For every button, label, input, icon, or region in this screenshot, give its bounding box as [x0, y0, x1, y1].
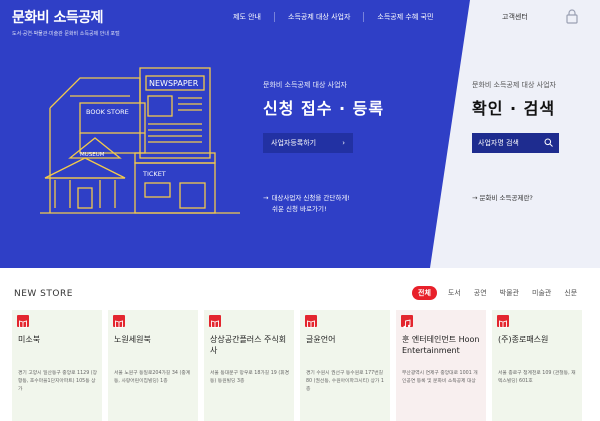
business-register-button[interactable]: 사업자등록하기 › — [263, 133, 353, 153]
search-subtitle: 문화비 소득공제 대상 사업자 — [472, 81, 556, 89]
register-title: 신청 접수 · 등록 — [263, 99, 385, 118]
register-panel: 문화비 소득공제 대상 사업자 신청 접수 · 등록 사업자등록하기 › — [263, 80, 384, 153]
nav-item-beneficiary[interactable]: 소득공제 수혜 국민 — [364, 12, 446, 22]
book-icon — [497, 315, 509, 329]
main-nav: 제도 안내 소득공제 대상 사업자 소득공제 수혜 국민 — [220, 12, 446, 22]
filter-museum[interactable]: 박물관 — [500, 288, 519, 298]
what-is-deduction-label: 문화비 소득공제란? — [479, 194, 533, 202]
category-filters: 전체 도서 공연 박물관 미술관 신문 — [412, 286, 590, 300]
store-address: 경기 수원시 권선구 동수원로 177번길 80 (권선동, 수원아이파크시티)… — [306, 371, 384, 392]
new-store-title: NEW STORE — [14, 289, 73, 299]
book-icon — [17, 315, 29, 329]
ticket-sign: TICKET — [142, 170, 166, 178]
search-title: 확인 · 검색 — [472, 99, 556, 118]
store-name: 상상공간플러스 주식회사 — [210, 335, 287, 355]
easy-apply-line2: 쉬운 신청 바로가기! — [272, 205, 327, 213]
store-name: 노원세원북 — [114, 335, 151, 344]
store-card[interactable]: 상상공간플러스 주식회사 서울 동대문구 망우로 18가길 19 (휘경동) 동… — [204, 310, 294, 421]
logo-subtitle: 도서·공연·박물관·미술관 문화비 소득공제 안내 포털 — [12, 31, 120, 37]
store-address: 부산광역시 연제구 중앙대로 1001 개인공연 등록 및 문화비 소득공제 대… — [402, 371, 478, 384]
store-address: 경기 고양시 일산동구 중앙로 1129 (장항동, 호수마을1단지아파트) 1… — [18, 371, 98, 392]
newspaper-sign: NEWSPAPER — [149, 79, 199, 88]
book-icon — [113, 315, 125, 329]
site-logo[interactable]: 문화비 소득공제 도서·공연·박물관·미술관 문화비 소득공제 안내 포털 — [12, 7, 120, 37]
cultural-buildings-illustration: NEWSPAPER BOOK STORE MUSEUM TICKET — [40, 48, 240, 232]
easy-apply-link[interactable]: → 대상사업자 신청을 간단하게! 쉬운 신청 바로가기! — [263, 193, 350, 215]
store-name: 미소북 — [18, 335, 41, 344]
store-card[interactable]: 노원세원북 서울 노원구 동일로204가길 34 (중계동, 사랑어린이집빌딩)… — [108, 310, 198, 421]
business-search-input[interactable]: 사업자명 검색 — [472, 133, 559, 153]
filter-books[interactable]: 도서 — [448, 288, 461, 298]
store-card[interactable]: 미소북 경기 고양시 일산동구 중앙로 1129 (장항동, 호수마을1단지아파… — [12, 310, 102, 421]
logo-title: 문화비 소득공제 — [12, 10, 104, 26]
business-search-placeholder: 사업자명 검색 — [478, 139, 519, 147]
nav-item-target-business[interactable]: 소득공제 대상 사업자 — [275, 12, 365, 22]
filter-performance[interactable]: 공연 — [474, 288, 487, 298]
store-name: (주)종로패스원 — [498, 335, 549, 344]
museum-sign: MUSEUM — [80, 152, 105, 158]
store-card[interactable]: (주)종로패스원 서울 종로구 청계천로 109 (관철동, 재텍스빌딩) 60… — [492, 310, 582, 421]
nav-item-system-guide[interactable]: 제도 안내 — [220, 12, 275, 22]
business-register-label: 사업자등록하기 — [271, 139, 317, 147]
store-name: 훈 엔터테인먼트 Hoon Entertainment — [402, 335, 480, 355]
arrow-right-icon: → — [472, 194, 480, 202]
book-store-sign: BOOK STORE — [86, 108, 129, 116]
filter-all[interactable]: 전체 — [412, 286, 437, 300]
store-address: 서울 동대문구 망우로 18가길 19 (휘경동) 동원빌딩 3층 — [210, 371, 290, 384]
store-name: 글윤언어 — [306, 335, 336, 344]
music-icon — [401, 315, 413, 329]
customer-center-link[interactable]: 고객센터 — [502, 12, 528, 22]
lock-icon[interactable] — [566, 9, 578, 28]
filter-newspaper[interactable]: 신문 — [564, 288, 577, 298]
book-icon — [305, 315, 317, 329]
search-icon[interactable] — [544, 138, 553, 149]
hero-section: 문화비 소득공제 도서·공연·박물관·미술관 문화비 소득공제 안내 포털 제도… — [0, 0, 600, 268]
search-panel: 문화비 소득공제 대상 사업자 확인 · 검색 사업자명 검색 — [472, 80, 559, 153]
chevron-right-icon: › — [342, 139, 345, 147]
filter-art-gallery[interactable]: 미술관 — [532, 288, 551, 298]
what-is-deduction-link[interactable]: → 문화비 소득공제란? — [472, 192, 533, 202]
store-card[interactable]: 훈 엔터테인먼트 Hoon Entertainment 부산광역시 연제구 중앙… — [396, 310, 486, 421]
store-card-list: 미소북 경기 고양시 일산동구 중앙로 1129 (장항동, 호수마을1단지아파… — [12, 310, 582, 421]
arrow-right-icon: → — [263, 194, 269, 202]
easy-apply-line1: 대상사업자 신청을 간단하게! — [271, 194, 350, 202]
book-icon — [209, 315, 221, 329]
store-address: 서울 종로구 청계천로 109 (관철동, 재텍스빌딩) 601호 — [498, 371, 576, 384]
store-card[interactable]: 글윤언어 경기 수원시 권선구 동수원로 177번길 80 (권선동, 수원아이… — [300, 310, 390, 421]
store-address: 서울 노원구 동일로204가길 34 (중계동, 사랑어린이집빌딩) 1층 — [114, 371, 191, 384]
register-subtitle: 문화비 소득공제 대상 사업자 — [263, 81, 347, 89]
